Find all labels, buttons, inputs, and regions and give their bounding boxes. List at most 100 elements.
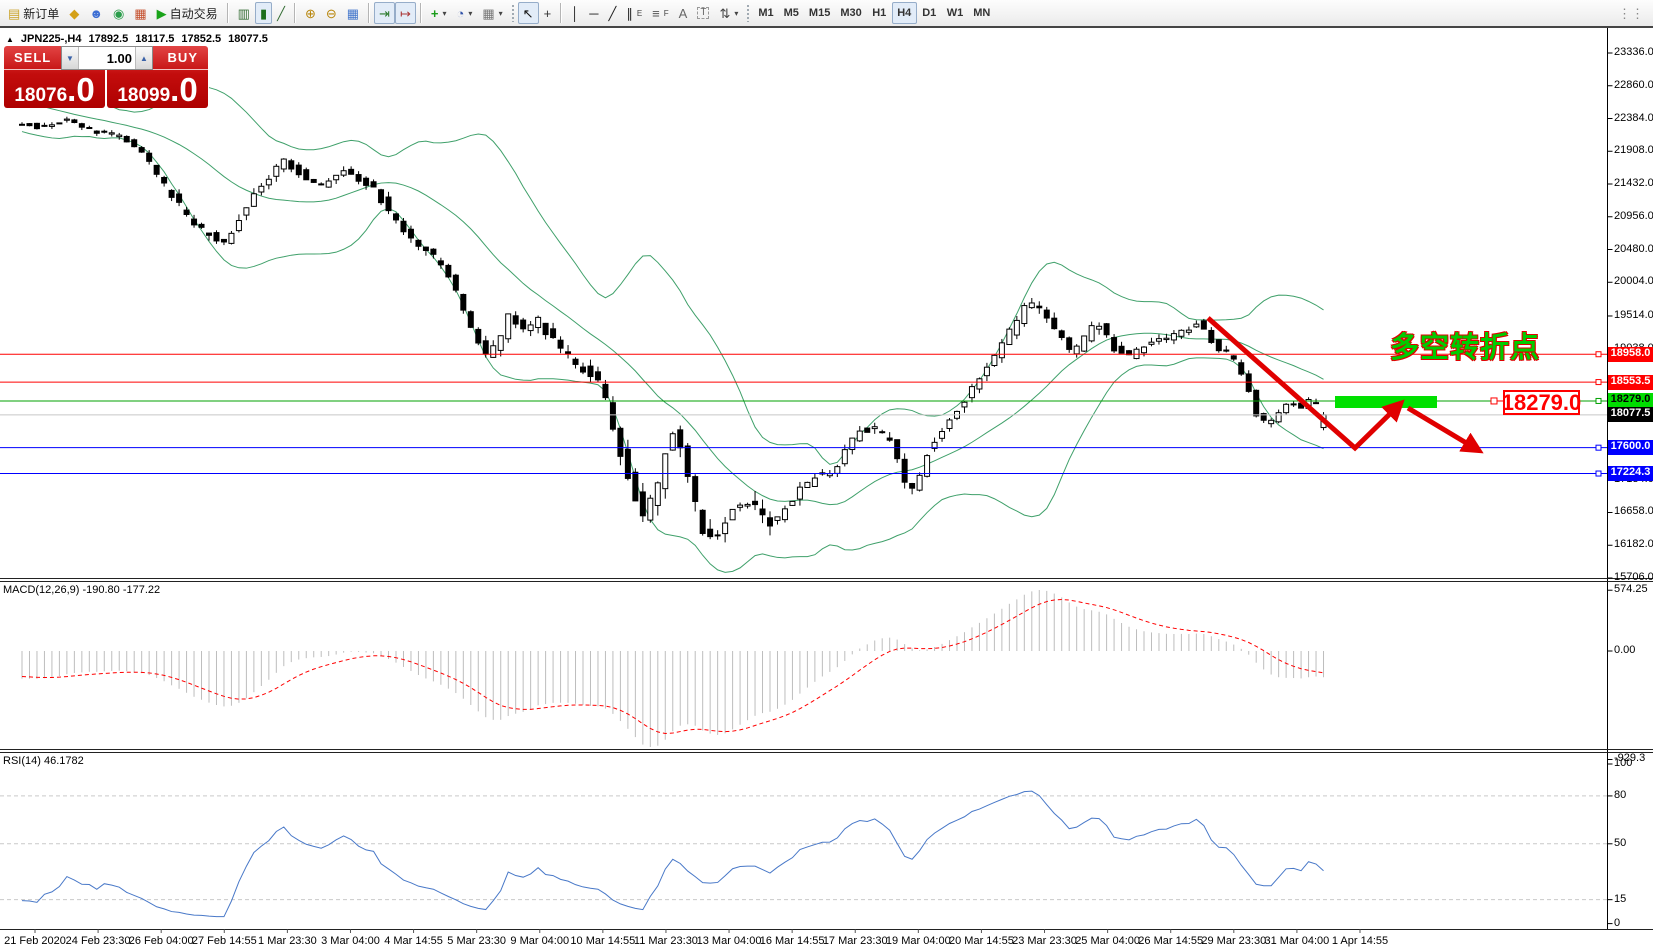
gold-seal-icon: ◆: [69, 7, 79, 20]
bar-chart-icon: ▥: [238, 7, 250, 20]
turning-point-note: 多空转折点: [1378, 324, 1552, 366]
highlight-rect: [1335, 396, 1437, 408]
line-chart-mode-button[interactable]: ╱: [272, 2, 290, 24]
fibonacci-icon: ≡: [652, 7, 660, 20]
macd-layer: [22, 590, 1324, 747]
macd-label: MACD(12,26,9) -190.80 -177.22: [3, 584, 160, 596]
trendline-button[interactable]: ╱: [604, 2, 622, 24]
chart-shift-button[interactable]: ↦: [395, 2, 416, 24]
one-click-trading-panel: SELL 18076.0 BUY 18099.0 ▼ ▲: [4, 46, 209, 108]
community-button[interactable]: ☻: [84, 2, 108, 24]
one-click-toggle-icon[interactable]: ▲: [6, 35, 14, 44]
horizontal-line-button[interactable]: ─: [584, 2, 603, 24]
symbol-period-label: JPN225-,H4: [21, 33, 82, 45]
signals-button[interactable]: ◉: [108, 2, 129, 24]
toolbar-grip[interactable]: [511, 4, 515, 22]
text-label-button[interactable]: T: [692, 2, 714, 24]
community-icon: ☻: [89, 7, 103, 20]
new-order-label: 新订单: [23, 5, 59, 22]
clock-icon: ◔: [456, 7, 464, 20]
timeframe-w1-button[interactable]: W1: [942, 2, 969, 24]
autotrading-button[interactable]: ▶ 自动交易: [152, 2, 223, 24]
buy-price: 18099.0: [107, 75, 208, 107]
fibonacci-button[interactable]: ≡F: [647, 2, 673, 24]
candlestick-icon: ▮: [260, 7, 267, 20]
zoom-out-icon: ⊖: [326, 7, 337, 20]
timeframe-m5-button[interactable]: M5: [779, 2, 804, 24]
tile-windows-icon: ▦: [347, 7, 359, 20]
timeframe-m1-button[interactable]: M1: [753, 2, 778, 24]
zoom-in-button[interactable]: ⊕: [300, 2, 321, 24]
text-label-icon: T: [697, 7, 709, 19]
arrows-icon: ⇅: [719, 7, 730, 20]
ohlc-open: 17892.5: [88, 33, 128, 45]
channel-icon: ∥: [626, 7, 633, 20]
timeframe-mn-button[interactable]: MN: [968, 2, 995, 24]
market-icon: ▦: [134, 7, 146, 20]
bollinger-upper-band: [22, 67, 1324, 465]
zoom-in-icon: ⊕: [305, 7, 316, 20]
toolbar-overflow-icon[interactable]: ⋮⋮: [1618, 7, 1644, 20]
toolbar-grip[interactable]: [746, 4, 750, 22]
sell-price: 18076.0: [4, 75, 105, 107]
crosshair-button[interactable]: +: [539, 2, 557, 24]
down-arrow: [1408, 408, 1478, 450]
templates-button[interactable]: ▦▾: [477, 2, 507, 24]
timeframe-h1-button[interactable]: H1: [867, 2, 892, 24]
cursor-icon: ↖: [523, 7, 534, 20]
market-watch-button[interactable]: ◆: [64, 2, 84, 24]
auto-scroll-button[interactable]: ⇥: [374, 2, 395, 24]
sell-label: SELL: [14, 50, 51, 65]
vertical-line-icon: │: [571, 7, 579, 20]
horizontal-line-icon: ─: [589, 7, 598, 20]
bar-chart-mode-button[interactable]: ▥: [233, 2, 255, 24]
arrows-button[interactable]: ⇅▾: [714, 2, 743, 24]
text-icon: A: [679, 7, 688, 20]
main-chart-layer: [20, 67, 1327, 573]
dropdown-arrow-icon: ▾: [734, 9, 738, 18]
line-chart-icon: ╱: [277, 7, 285, 20]
toolbar-separator: [420, 3, 422, 23]
ohlc-close: 18077.5: [228, 33, 268, 45]
timeframe-m30-button[interactable]: M30: [835, 2, 866, 24]
autotrading-play-icon: ▶: [157, 7, 167, 20]
market-button[interactable]: ▦: [129, 2, 151, 24]
text-button[interactable]: A: [674, 2, 693, 24]
periods-button[interactable]: ◔▾: [451, 2, 477, 24]
vertical-line-button[interactable]: │: [566, 2, 584, 24]
indicators-icon: +: [431, 7, 439, 20]
timeframe-h4-button[interactable]: H4: [892, 2, 917, 24]
toolbar-separator: [227, 3, 229, 23]
rsi-line: [22, 791, 1324, 916]
channel-button[interactable]: ∥E: [621, 2, 647, 24]
dropdown-arrow-icon: ▾: [442, 9, 446, 18]
volume-stepper: ▼ ▲: [61, 46, 153, 70]
volume-increase-button[interactable]: ▲: [135, 47, 152, 69]
indicators-button[interactable]: +▾: [426, 2, 452, 24]
rsi-layer: [0, 791, 1608, 916]
crosshair-icon: +: [544, 7, 552, 20]
chart-shift-icon: ↦: [400, 7, 411, 20]
new-order-button[interactable]: ▤ 新订单: [3, 2, 64, 24]
buy-label: BUY: [168, 50, 198, 65]
signals-icon: ◉: [113, 7, 124, 20]
timeframe-m15-button[interactable]: M15: [804, 2, 835, 24]
auto-scroll-icon: ⇥: [379, 7, 390, 20]
price-chart-canvas[interactable]: [0, 0, 1653, 950]
dropdown-arrow-icon: ▾: [468, 9, 472, 18]
cursor-button[interactable]: ↖: [518, 2, 539, 24]
zoom-out-button[interactable]: ⊖: [321, 2, 342, 24]
volume-input[interactable]: [79, 47, 135, 69]
candle-chart-mode-button[interactable]: ▮: [255, 2, 272, 24]
new-order-icon: ▤: [8, 7, 20, 20]
autotrading-label: 自动交易: [170, 5, 218, 22]
volume-decrease-button[interactable]: ▼: [62, 47, 79, 69]
timeframe-d1-button[interactable]: D1: [917, 2, 942, 24]
toolbar-separator: [294, 3, 296, 23]
toolbar-separator: [368, 3, 370, 23]
toolbar-separator: [560, 3, 562, 23]
price-callout-label[interactable]: 18279.0: [1503, 390, 1580, 415]
timeframe-group: M1M5M15M30H1H4D1W1MN: [753, 2, 995, 24]
tile-windows-button[interactable]: ▦: [342, 2, 364, 24]
trendline-icon: ╱: [609, 7, 617, 20]
